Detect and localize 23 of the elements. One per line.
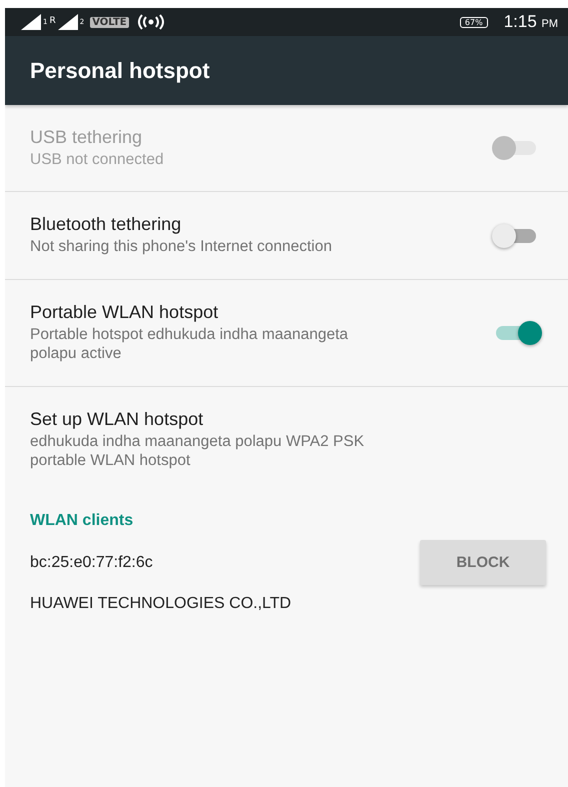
- client-mac: bc:25:e0:77:f2:6c: [30, 554, 153, 572]
- setting-item[interactable]: Bluetooth tethering Not sharing this phone's Internet connection: [5, 192, 568, 280]
- setting-title: Bluetooth tethering: [30, 214, 182, 236]
- screen-title: Personal hotspot: [30, 58, 210, 84]
- setting-summary: Portable hotspot edhukuda indha maanangeta polapu active: [30, 324, 349, 364]
- setting-summary: Not sharing this phone's Internet connection: [30, 237, 332, 257]
- battery-icon: 67%: [460, 16, 488, 28]
- section-header: WLAN clients: [29, 511, 134, 532]
- setting-title: Set up WLAN hotspot: [30, 408, 204, 430]
- signal-icon: [21, 14, 41, 30]
- setting-item[interactable]: Portable WLAN hotspot Portable hotspot edhukuda indha maanangeta polapu active: [5, 280, 568, 386]
- block-button[interactable]: BLOCK: [420, 540, 546, 586]
- clock: 1:15 PM: [504, 12, 558, 32]
- roaming-label: R: [49, 16, 56, 26]
- volte-badge: VOLTE: [90, 16, 129, 28]
- client-vendor: HUAWEI TECHNOLOGIES CO.,LTD: [30, 595, 292, 614]
- setting-summary: USB not connected: [30, 150, 164, 170]
- setting-title: Portable WLAN hotspot: [30, 302, 220, 323]
- setting-title: USB tethering: [30, 127, 144, 148]
- setting-summary: edhukuda indha maanangeta polapu WPA2 PSK portable WLAN hotspot: [30, 432, 366, 470]
- hotspot-icon: [136, 14, 165, 30]
- setting-item[interactable]: Set up WLAN hotspot edhukuda indha maanangeta polapu WPA2 PSK portable WLAN hotspot: [5, 386, 568, 492]
- signal-icon: [58, 14, 78, 30]
